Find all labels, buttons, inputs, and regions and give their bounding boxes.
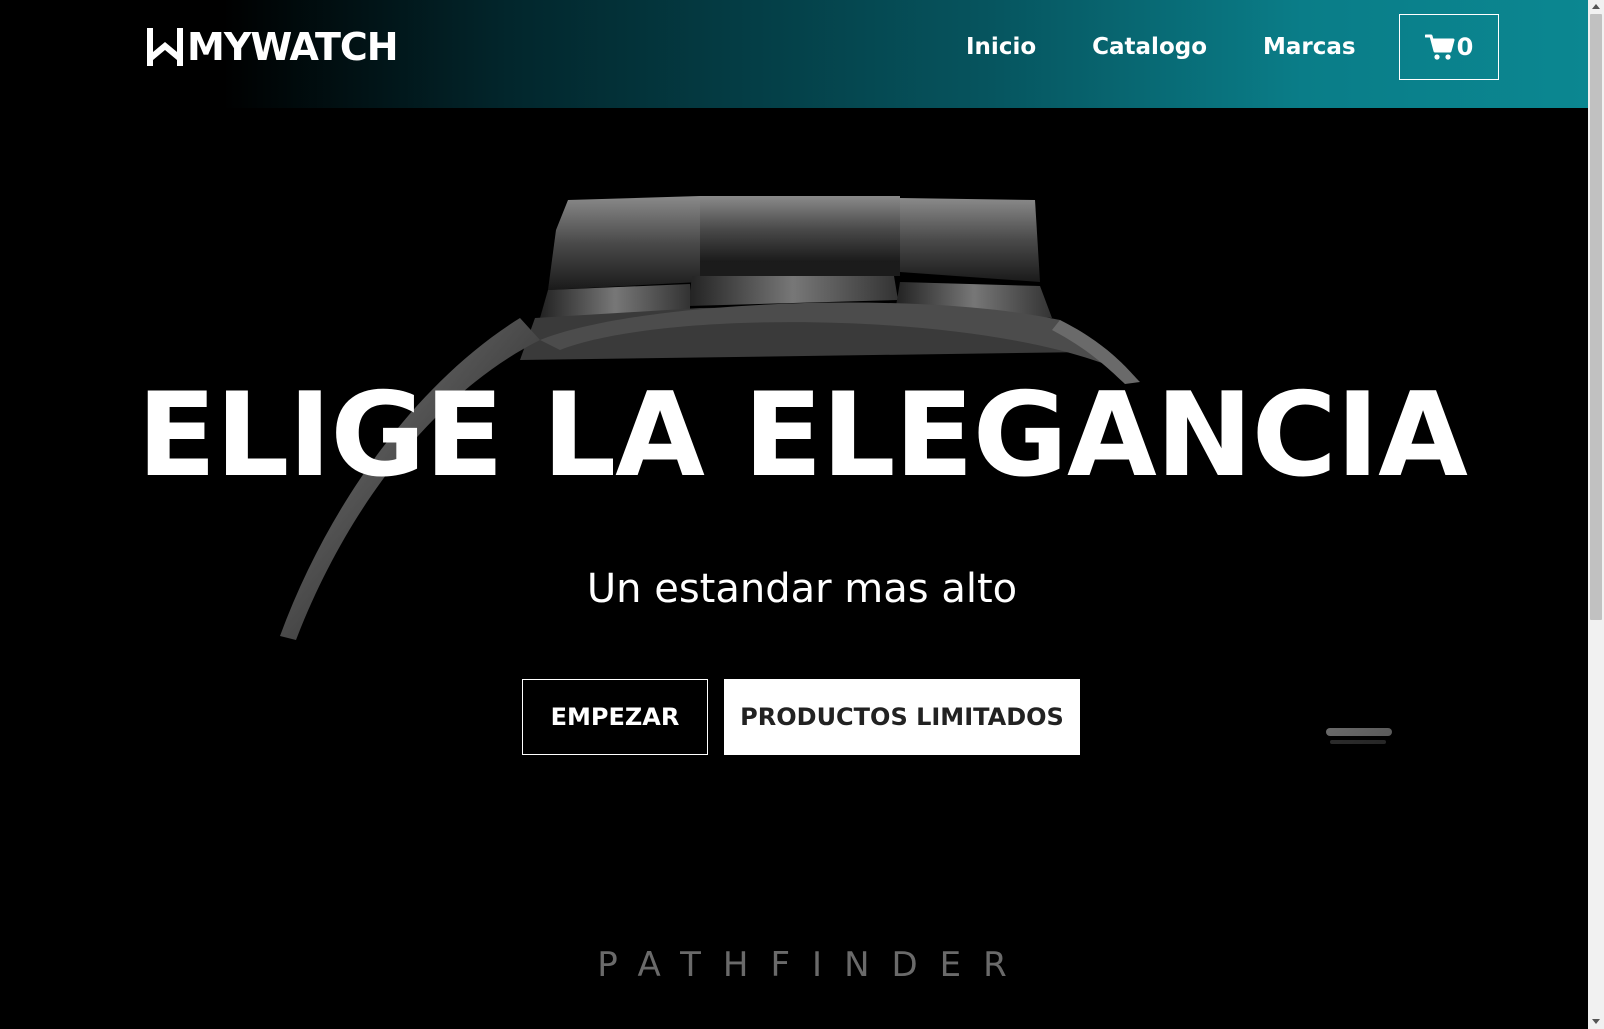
brand-name: MYWATCH [187, 25, 399, 69]
scroll-up-arrow-icon[interactable] [1592, 4, 1600, 9]
nav-item-inicio[interactable]: Inicio [966, 34, 1036, 60]
scroll-down-arrow-icon[interactable] [1592, 1019, 1600, 1024]
nav-item-catalogo[interactable]: Catalogo [1092, 34, 1207, 60]
w-monogram-icon [147, 28, 183, 66]
start-button[interactable]: EMPEZAR [522, 679, 708, 755]
vertical-scrollbar[interactable] [1588, 0, 1604, 1029]
cart-button[interactable]: 0 [1399, 14, 1499, 80]
pathfinder-engraving: PATHFINDER [597, 945, 1029, 985]
brand-logo-link[interactable]: MYWATCH [145, 24, 399, 70]
hero-title: ELIGE LA ELEGANCIA [137, 368, 1468, 503]
page: MYWATCH Inicio Catalogo Marcas 0 ELIGE L… [0, 0, 1604, 1029]
hero-subtitle: Un estandar mas alto [586, 566, 1018, 612]
cart-icon [1424, 34, 1455, 60]
cart-count-badge: 0 [1456, 33, 1474, 61]
limited-products-button[interactable]: PRODUCTOS LIMITADOS [724, 679, 1080, 755]
scroll-thumb[interactable] [1590, 14, 1602, 620]
hero-background-image [0, 0, 1588, 1029]
main-nav: Inicio Catalogo Marcas [966, 34, 1412, 60]
nav-item-marcas[interactable]: Marcas [1263, 34, 1356, 60]
top-navbar: MYWATCH Inicio Catalogo Marcas 0 [0, 0, 1588, 108]
